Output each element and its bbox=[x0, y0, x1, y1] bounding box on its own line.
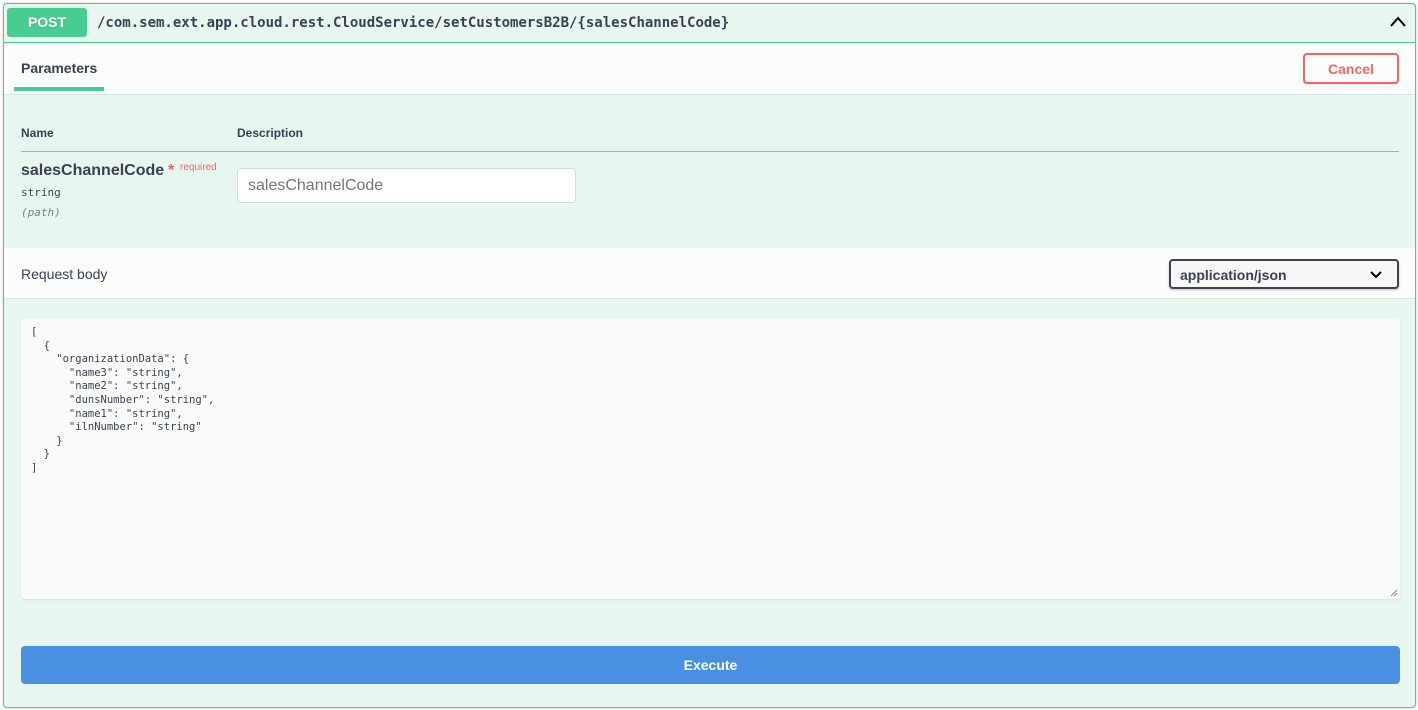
cancel-button[interactable]: Cancel bbox=[1303, 53, 1399, 84]
request-body-header: Request body application/json bbox=[4, 248, 1415, 299]
execute-button[interactable]: Execute bbox=[21, 646, 1400, 684]
request-body-title: Request body bbox=[21, 266, 108, 282]
resize-handle-icon[interactable] bbox=[1389, 588, 1398, 597]
chevron-down-icon bbox=[1370, 271, 1382, 279]
parameters-header: Parameters Cancel bbox=[4, 43, 1415, 95]
parameter-type: string bbox=[21, 186, 61, 199]
content-type-select[interactable]: application/json bbox=[1169, 259, 1399, 289]
endpoint-path: /com.sem.ext.app.cloud.rest.CloudService… bbox=[97, 15, 730, 31]
operation-summary[interactable]: POST /com.sem.ext.app.cloud.rest.CloudSe… bbox=[4, 4, 1415, 43]
tab-parameters[interactable]: Parameters bbox=[14, 43, 104, 91]
required-label: required bbox=[180, 162, 217, 173]
column-header-name: Name bbox=[21, 126, 54, 140]
request-body-json[interactable]: [ { "organizationData": { "name3": "stri… bbox=[31, 326, 214, 476]
table-header-divider bbox=[21, 151, 1399, 152]
parameter-location: (path) bbox=[21, 206, 61, 219]
parameter-name: salesChannelCode * bbox=[21, 162, 174, 180]
http-method-badge: POST bbox=[7, 8, 87, 37]
required-star: * bbox=[168, 162, 175, 179]
chevron-up-icon[interactable] bbox=[1388, 12, 1408, 32]
parameter-name-text: salesChannelCode bbox=[21, 162, 165, 179]
operation-block: POST /com.sem.ext.app.cloud.rest.CloudSe… bbox=[3, 3, 1416, 708]
sales-channel-code-input[interactable] bbox=[237, 168, 576, 203]
content-type-value: application/json bbox=[1180, 267, 1287, 283]
request-body-editor[interactable]: [ { "organizationData": { "name3": "stri… bbox=[21, 318, 1400, 599]
column-header-description: Description bbox=[237, 126, 304, 140]
